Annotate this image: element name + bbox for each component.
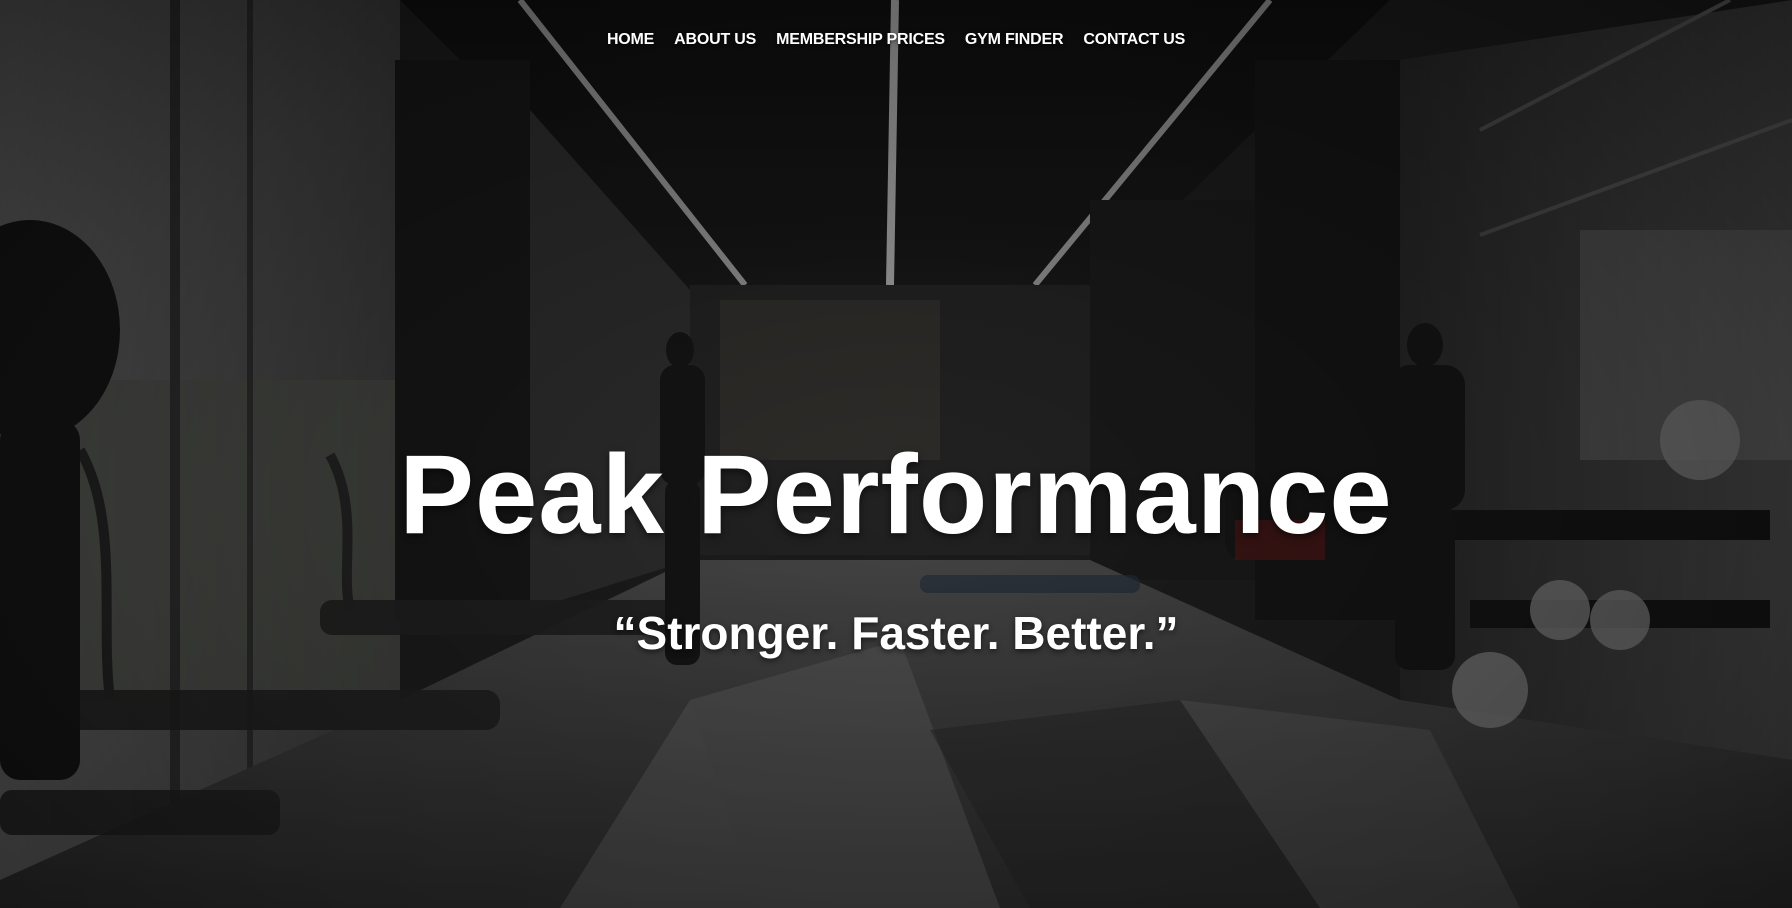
- nav-home[interactable]: HOME: [607, 30, 654, 50]
- nav-membership-prices[interactable]: MEMBERSHIP PRICES: [776, 30, 945, 50]
- hero-title: Peak Performance: [399, 432, 1393, 557]
- nav-gym-finder[interactable]: GYM FINDER: [965, 30, 1064, 50]
- main-navigation: HOME ABOUT US MEMBERSHIP PRICES GYM FIND…: [0, 30, 1792, 50]
- hero-section: HOME ABOUT US MEMBERSHIP PRICES GYM FIND…: [0, 0, 1792, 908]
- nav-about-us[interactable]: ABOUT US: [674, 30, 756, 50]
- hero-tagline: “Stronger. Faster. Better.”: [613, 607, 1179, 659]
- nav-contact-us[interactable]: CONTACT US: [1083, 30, 1185, 50]
